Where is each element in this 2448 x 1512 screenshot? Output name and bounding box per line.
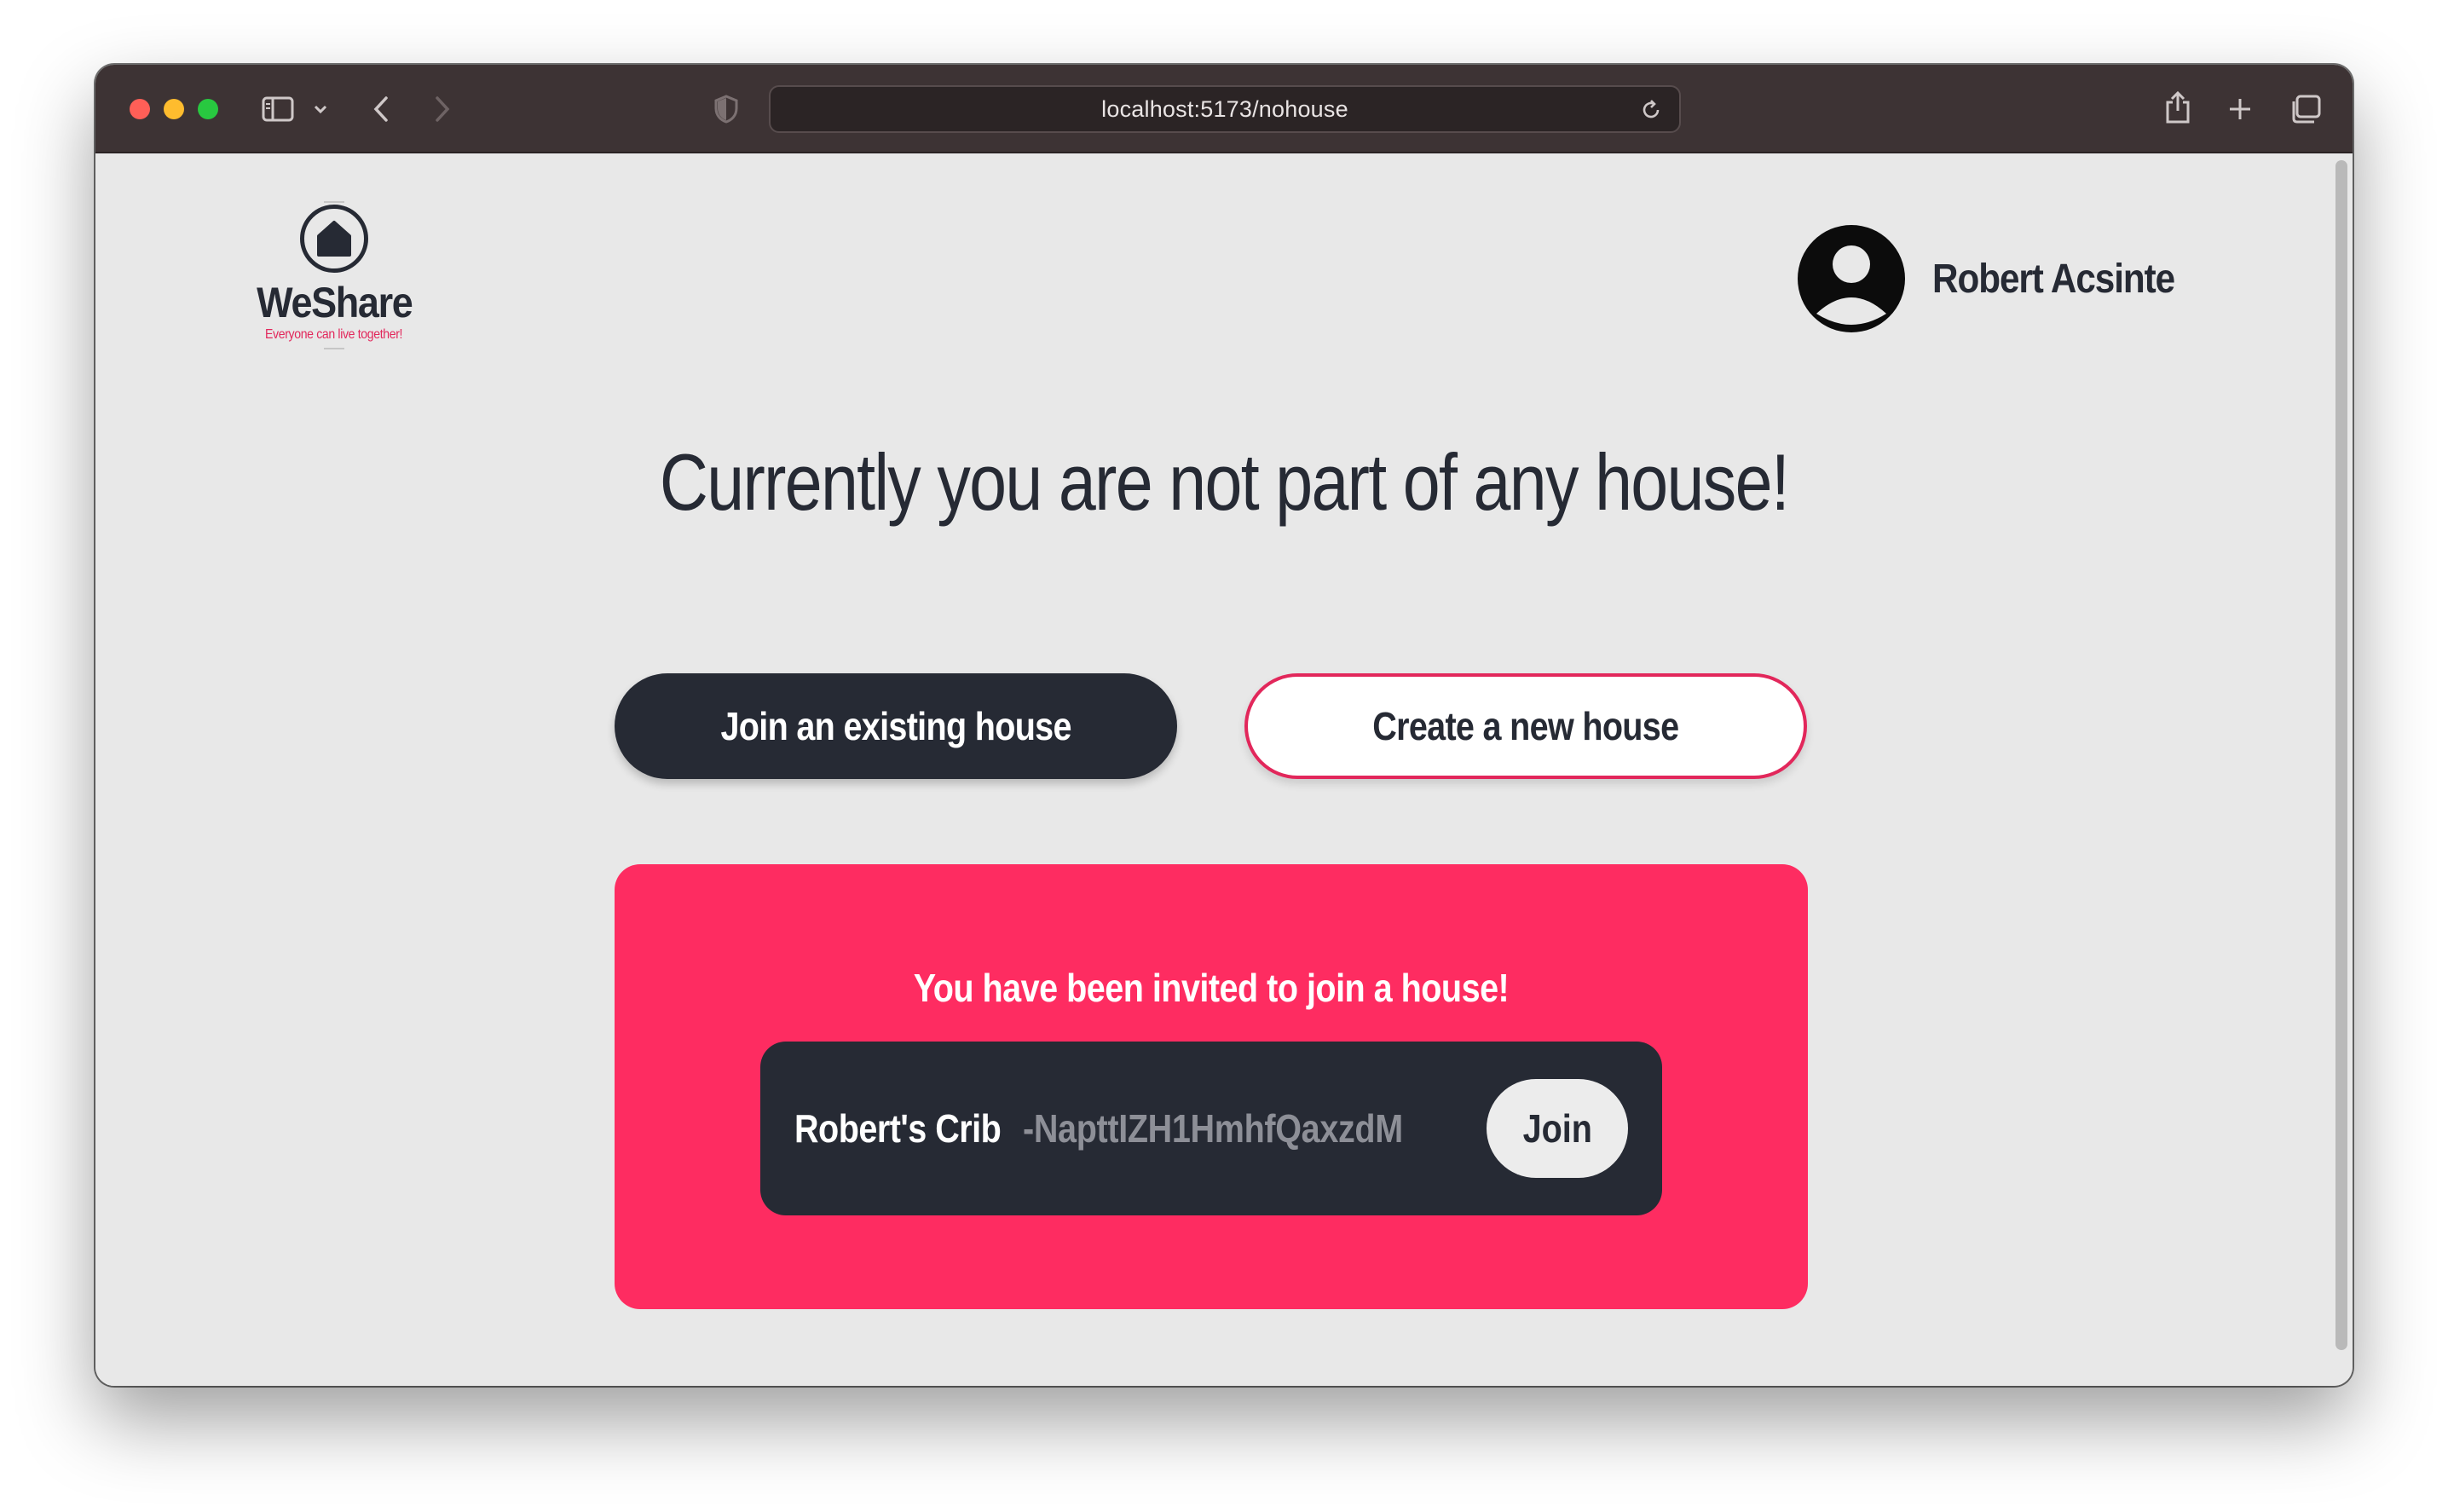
invitation-title: You have been invited to join a house! [913, 966, 1510, 1010]
new-tab-icon[interactable] [2226, 95, 2254, 123]
chevron-down-icon[interactable] [312, 101, 329, 118]
page-scrollbar[interactable] [2335, 160, 2347, 1350]
address-bar[interactable]: localhost:5173/nohouse [769, 85, 1681, 133]
shield-icon [713, 94, 740, 124]
brand-name: WeShare [256, 279, 413, 326]
browser-window: localhost:5173/nohouse WeShare Everyone … [95, 65, 2353, 1386]
url-text: localhost:5173/nohouse [1101, 95, 1348, 122]
share-icon[interactable] [2163, 89, 2192, 126]
user-profile[interactable]: Robert Acsinte [1798, 225, 2208, 332]
sidebar-icon[interactable] [261, 95, 295, 123]
join-existing-house-label: Join an existing house [720, 704, 1071, 748]
create-new-house-label: Create a new house [1372, 704, 1679, 748]
join-invitation-label: Join [1522, 1106, 1592, 1151]
tabs-overview-icon[interactable] [2288, 94, 2322, 124]
create-new-house-button[interactable]: Create a new house [1244, 673, 1807, 779]
brand-tagline: Everyone can live together! [265, 327, 403, 342]
reload-icon[interactable] [1638, 97, 1664, 123]
invited-house-name: Robert's Crib [794, 1106, 1002, 1151]
close-window-button[interactable] [130, 99, 150, 119]
invited-house-id: -NapttIZH1HmhfQaxzdM [1023, 1106, 1403, 1151]
invitation-card: You have been invited to join a house! R… [615, 864, 1808, 1309]
maximize-window-button[interactable] [198, 99, 218, 119]
home-icon [300, 205, 368, 273]
logo-divider [324, 348, 344, 349]
join-invitation-button[interactable]: Join [1487, 1079, 1628, 1178]
page-title: Currently you are not part of any house! [659, 437, 1790, 527]
weshare-logo[interactable]: WeShare Everyone can live together! [249, 201, 419, 372]
back-icon[interactable] [368, 94, 394, 124]
minimize-window-button[interactable] [164, 99, 184, 119]
forward-icon[interactable] [430, 94, 455, 124]
page-content: WeShare Everyone can live together! Robe… [95, 153, 2353, 1386]
join-existing-house-button[interactable]: Join an existing house [615, 673, 1177, 779]
logo-divider [324, 201, 344, 203]
user-avatar-icon [1798, 225, 1906, 332]
user-name: Robert Acsinte [1932, 256, 2175, 302]
invitation-item: Robert's Crib -NapttIZH1HmhfQaxzdM Join [760, 1042, 1662, 1215]
browser-toolbar: localhost:5173/nohouse [95, 65, 2353, 153]
